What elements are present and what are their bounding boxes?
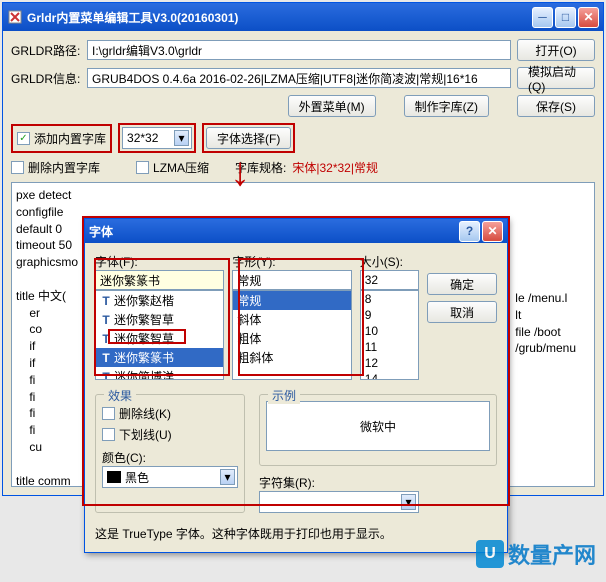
check-icon [11, 161, 24, 174]
make-font-button[interactable]: 制作字库(Z) [404, 95, 489, 117]
add-font-checkbox-wrap[interactable]: ✓ 添加内置字库 [11, 124, 112, 153]
ext-menu-button[interactable]: 外置菜单(M) [288, 95, 376, 117]
simulate-button[interactable]: 模拟启动(Q) [517, 67, 595, 89]
annotation-arrow: ↓ [230, 150, 250, 195]
open-button[interactable]: 打开(O) [517, 39, 595, 61]
font-select-button[interactable]: 字体选择(F) [206, 127, 291, 149]
del-font-checkbox[interactable]: 删除内置字库 [11, 159, 100, 176]
maximize-button[interactable]: □ [555, 7, 576, 28]
annotation-frame [94, 258, 230, 376]
info-label: GRLDR信息: [11, 70, 81, 87]
app-icon [7, 9, 23, 25]
minimize-button[interactable]: ─ [532, 7, 553, 28]
lzma-checkbox[interactable]: LZMA压缩 [136, 159, 209, 176]
close-button[interactable]: ✕ [578, 7, 599, 28]
side-text: le /menu.l lt file /boot /grub/menu [515, 290, 576, 357]
font-select-wrap: 字体选择(F) [202, 123, 295, 153]
main-titlebar: Grldr内置菜单编辑工具V3.0(20160301) ─ □ ✕ [3, 3, 603, 31]
truetype-note: 这是 TrueType 字体。这种字体既用于打印也用于显示。 [95, 525, 497, 542]
check-icon [136, 161, 149, 174]
chevron-down-icon: ▾ [174, 130, 189, 146]
info-field[interactable]: GRUB4DOS 0.4.6a 2016-02-26|LZMA压缩|UTF8|迷… [87, 68, 511, 88]
path-field[interactable]: I:\grldr编辑V3.0\grldr [87, 40, 511, 60]
font-spec-value: 宋体|32*32|常规 [292, 159, 378, 176]
save-button[interactable]: 保存(S) [517, 95, 595, 117]
watermark: U 数量产网 [476, 538, 596, 570]
watermark-logo: U [476, 540, 504, 568]
annotation-frame [108, 329, 186, 344]
annotation-frame [238, 258, 364, 376]
fontsize-combo[interactable]: 32*32 ▾ [122, 127, 192, 149]
path-label: GRLDR路径: [11, 42, 81, 59]
fontsize-combo-wrap: 32*32 ▾ [118, 123, 196, 153]
check-icon: ✓ [17, 132, 30, 145]
window-title: Grldr内置菜单编辑工具V3.0(20160301) [27, 9, 530, 26]
